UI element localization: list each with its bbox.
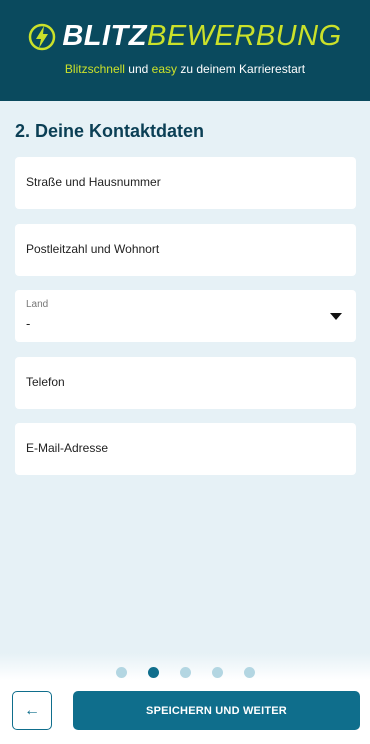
zip-city-field[interactable]: Postleitzahl und Wohnort <box>15 224 356 276</box>
tagline-text-1: und <box>124 62 152 76</box>
step-dot-4[interactable] <box>211 667 223 678</box>
step-dot-5[interactable] <box>243 667 255 678</box>
app-header: BLITZ BEWERBUNG Blitzschnell und easy zu … <box>0 0 370 101</box>
country-label: Land <box>26 299 49 310</box>
caret-down-icon <box>330 313 342 320</box>
country-select[interactable]: Land - <box>15 290 356 342</box>
street-placeholder: Straße und Hausnummer <box>26 175 161 189</box>
lightning-bolt-icon <box>29 23 56 50</box>
arrow-left-icon: ← <box>24 701 40 719</box>
logo: BLITZ BEWERBUNG <box>0 20 370 53</box>
street-field[interactable]: Straße und Hausnummer <box>15 157 356 209</box>
step-dot-1[interactable] <box>115 667 127 678</box>
form-content: 2. Deine Kontaktdaten Straße und Hausnum… <box>0 101 370 653</box>
logo-text-bold: BLITZ <box>62 20 147 52</box>
footer-nav: ← SPEICHERN UND WEITER <box>0 653 370 744</box>
back-button[interactable]: ← <box>12 691 52 730</box>
country-value: - <box>26 316 31 331</box>
tagline-highlight-2: easy <box>151 62 178 76</box>
tagline-text-2: zu deinem Karrierestart <box>177 62 306 76</box>
save-and-continue-button[interactable]: SPEICHERN UND WEITER <box>73 691 360 730</box>
section-title: 2. Deine Kontaktdaten <box>15 121 205 141</box>
phone-placeholder: Telefon <box>26 375 65 389</box>
phone-field[interactable]: Telefon <box>15 357 356 409</box>
email-placeholder: E-Mail-Adresse <box>26 441 109 455</box>
zip-city-placeholder: Postleitzahl und Wohnort <box>26 242 160 256</box>
step-dot-2[interactable] <box>147 667 159 678</box>
logo-text-thin: BEWERBUNG <box>147 20 342 52</box>
tagline: Blitzschnell und easy zu deinem Karriere… <box>0 62 370 76</box>
tagline-highlight-1: Blitzschnell <box>64 62 125 76</box>
email-field[interactable]: E-Mail-Adresse <box>15 423 356 475</box>
step-indicator <box>0 667 370 678</box>
step-dot-3[interactable] <box>179 667 191 678</box>
